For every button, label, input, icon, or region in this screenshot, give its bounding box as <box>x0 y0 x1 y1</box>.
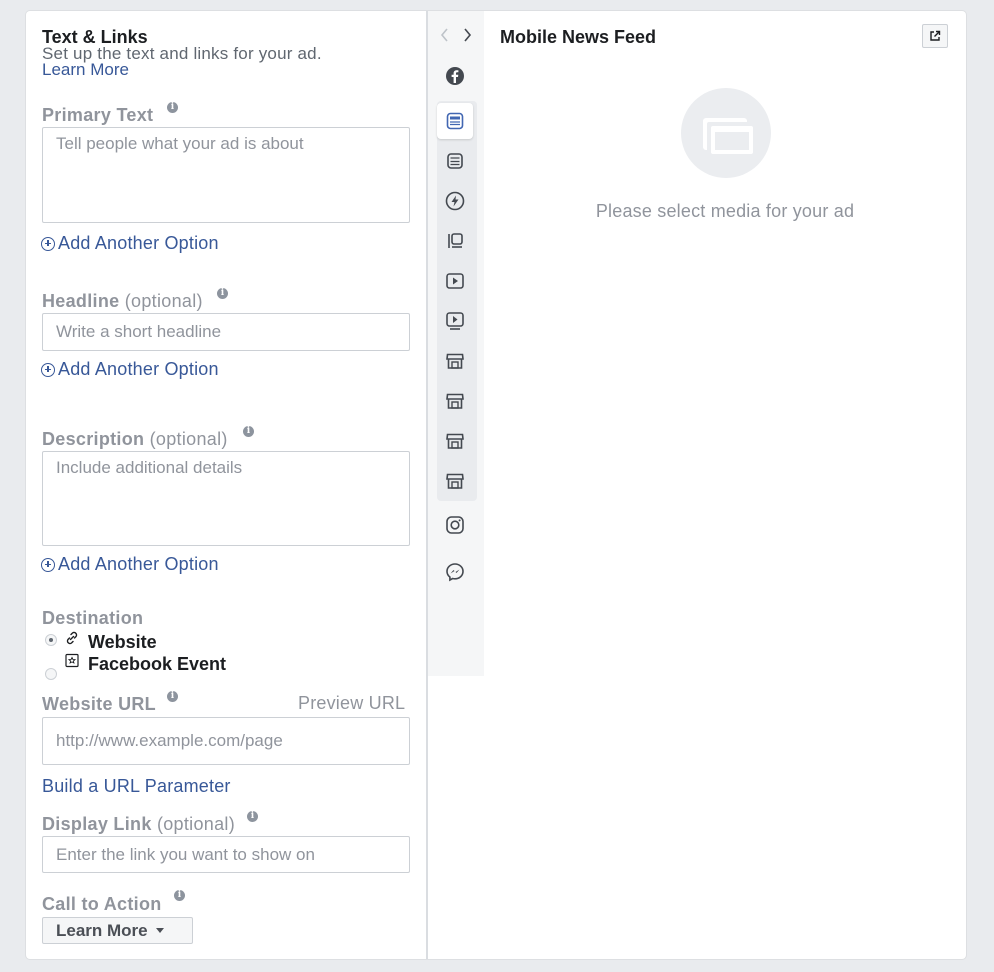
headline-info-icon[interactable]: i <box>217 288 228 299</box>
call-to-action-dropdown[interactable]: Learn More <box>42 917 193 944</box>
call-to-action-info-icon[interactable]: i <box>174 890 185 901</box>
plus-circle-icon <box>41 557 55 572</box>
mobile-news-feed-icon[interactable] <box>437 103 473 139</box>
website-url-info-icon[interactable]: i <box>167 691 178 702</box>
ad-editor-card: Text & Links Set up the text and links f… <box>26 11 966 959</box>
headline-input[interactable] <box>42 313 410 351</box>
marketplace-icon-2[interactable] <box>441 387 469 415</box>
primary-text-input[interactable] <box>42 127 410 223</box>
preview-url-link[interactable]: Preview URL <box>298 693 405 714</box>
learn-more-link[interactable]: Learn More <box>42 60 129 80</box>
marketplace-icon-4[interactable] <box>441 467 469 495</box>
build-url-parameter-link[interactable]: Build a URL Parameter <box>42 776 231 797</box>
website-radio[interactable] <box>45 634 57 646</box>
instagram-icon[interactable] <box>441 511 469 539</box>
facebook-event-option-label[interactable]: Facebook Event <box>88 654 226 675</box>
primary-text-label: Primary Text <box>42 105 154 125</box>
description-input[interactable] <box>42 451 410 546</box>
website-option-label[interactable]: Website <box>88 632 157 653</box>
open-external-button[interactable] <box>922 24 948 48</box>
headline-add-option[interactable]: Add Another Option <box>41 359 219 380</box>
event-icon <box>64 652 80 673</box>
preview-title: Mobile News Feed <box>500 27 657 47</box>
call-to-action-value: Learn More <box>56 920 148 940</box>
right-column-icon[interactable] <box>441 227 469 255</box>
marketplace-icon-3[interactable] <box>441 427 469 455</box>
primary-text-info-icon[interactable]: i <box>167 102 178 113</box>
marketplace-icon[interactable] <box>441 347 469 375</box>
primary-text-add-option[interactable]: Add Another Option <box>41 233 219 254</box>
messenger-icon[interactable] <box>441 558 469 586</box>
next-arrow-icon[interactable] <box>461 26 473 49</box>
display-link-label: Display Link (optional) <box>42 814 235 834</box>
text-links-panel: Text & Links Set up the text and links f… <box>26 11 428 959</box>
display-link-info-icon[interactable]: i <box>247 811 258 822</box>
website-url-label: Website URL <box>42 694 156 714</box>
media-placeholder-icon <box>681 88 771 178</box>
description-info-icon[interactable]: i <box>243 426 254 437</box>
instant-articles-icon[interactable] <box>441 187 469 215</box>
in-stream-video-icon[interactable] <box>441 307 469 335</box>
headline-label: Headline (optional) <box>42 291 203 311</box>
destination-label: Destination <box>42 608 144 628</box>
call-to-action-label: Call to Action <box>42 894 162 914</box>
previous-arrow-icon[interactable] <box>439 26 451 49</box>
facebook-event-radio[interactable] <box>45 668 57 680</box>
external-link-icon <box>930 30 941 41</box>
description-add-option[interactable]: Add Another Option <box>41 554 219 575</box>
link-icon <box>64 630 80 651</box>
description-label: Description (optional) <box>42 429 228 449</box>
website-url-input[interactable] <box>42 717 410 765</box>
facebook-icon[interactable] <box>441 62 469 90</box>
feed-icon[interactable] <box>441 147 469 175</box>
display-link-input[interactable] <box>42 836 410 873</box>
plus-circle-icon <box>41 362 55 377</box>
plus-circle-icon <box>41 236 55 251</box>
video-icon[interactable] <box>441 267 469 295</box>
caret-down-icon <box>155 928 164 933</box>
empty-preview-message: Please select media for your ad <box>595 201 855 221</box>
